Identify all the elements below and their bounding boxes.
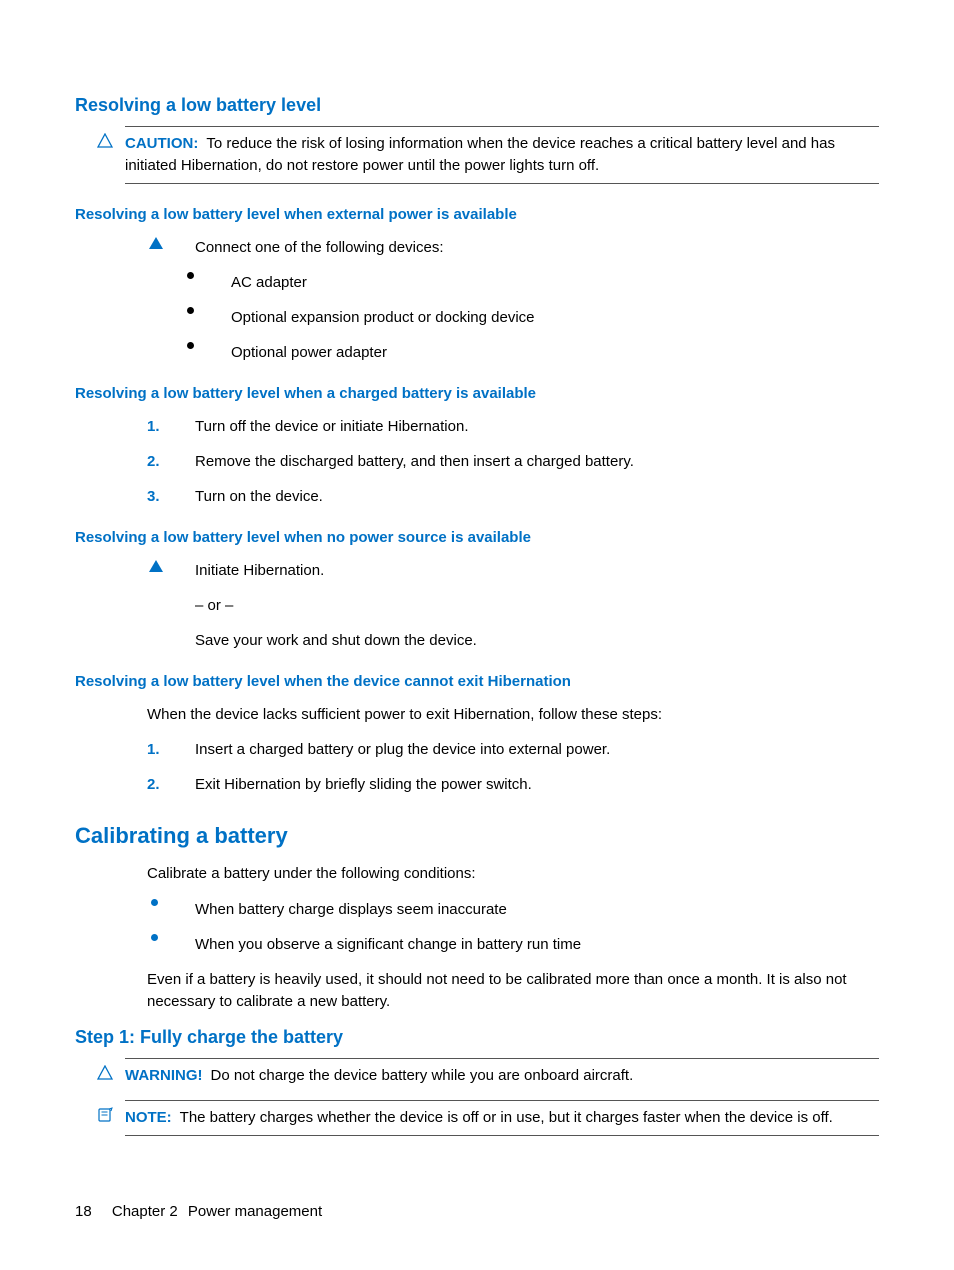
list-text: Save your work and shut down the device. xyxy=(195,630,477,651)
list-text: Connect one of the following devices: xyxy=(195,237,444,258)
list-text: Turn off the device or initiate Hibernat… xyxy=(195,416,469,437)
paragraph: When the device lacks sufficient power t… xyxy=(147,704,879,726)
list-item: 1. Turn off the device or initiate Hiber… xyxy=(147,416,879,437)
heading-calibrating: Calibrating a battery xyxy=(75,823,879,849)
list-item: When you observe a significant change in… xyxy=(147,934,879,955)
step-number: 2. xyxy=(147,451,160,472)
bullet-icon xyxy=(151,899,158,906)
bullet-icon xyxy=(187,272,194,279)
page-number: 18 xyxy=(75,1203,92,1220)
footer: 18 Chapter 2 Power management xyxy=(75,1203,322,1220)
chapter-label: Chapter 2 xyxy=(112,1203,178,1220)
warning-label: WARNING! xyxy=(125,1067,203,1084)
chapter-title: Power management xyxy=(188,1203,322,1220)
list-item: 3. Turn on the device. xyxy=(147,486,879,507)
list-text: Initiate Hibernation. xyxy=(195,560,324,581)
heading-step1: Step 1: Fully charge the battery xyxy=(75,1027,879,1048)
list-item: 2. Remove the discharged battery, and th… xyxy=(147,451,879,472)
step-number: 2. xyxy=(147,774,160,795)
list-item: Initiate Hibernation. xyxy=(147,560,879,581)
list-item: Save your work and shut down the device. xyxy=(147,630,879,651)
list-item: – or – xyxy=(147,595,879,616)
paragraph: Calibrate a battery under the following … xyxy=(147,863,879,885)
list-item: Connect one of the following devices: xyxy=(147,237,879,258)
caution-label: CAUTION: xyxy=(125,135,198,152)
heading-resolving: Resolving a low battery level xyxy=(75,95,879,116)
list-text: Insert a charged battery or plug the dev… xyxy=(195,739,610,760)
note-icon xyxy=(97,1107,113,1123)
triangle-marker-icon xyxy=(149,560,163,572)
list-item: 1. Insert a charged battery or plug the … xyxy=(147,739,879,760)
list-item: When battery charge displays seem inaccu… xyxy=(147,899,879,920)
note-label: NOTE: xyxy=(125,1109,172,1126)
note-text: The battery charges whether the device i… xyxy=(180,1109,833,1126)
document-page: Resolving a low battery level CAUTION:To… xyxy=(0,0,954,1270)
list-item: Optional expansion product or docking de… xyxy=(183,307,879,328)
bullet-icon xyxy=(187,342,194,349)
note-callout: NOTE: The battery charges whether the dev… xyxy=(125,1100,879,1136)
caution-callout: CAUTION:To reduce the risk of losing inf… xyxy=(125,126,879,184)
list-item: AC adapter xyxy=(183,272,879,293)
warning-callout: WARNING! Do not charge the device battery… xyxy=(125,1058,879,1093)
caution-icon xyxy=(97,133,113,149)
list-item: 2. Exit Hibernation by briefly sliding t… xyxy=(147,774,879,795)
heading-external-power: Resolving a low battery level when exter… xyxy=(75,206,879,223)
list-text: Remove the discharged battery, and then … xyxy=(195,451,634,472)
step-number: 3. xyxy=(147,486,160,507)
list-item: Optional power adapter xyxy=(183,342,879,363)
step-number: 1. xyxy=(147,739,160,760)
list-text: – or – xyxy=(195,595,233,616)
warning-text: Do not charge the device battery while y… xyxy=(211,1067,634,1084)
list-text: When battery charge displays seem inaccu… xyxy=(195,899,507,920)
heading-no-power: Resolving a low battery level when no po… xyxy=(75,529,879,546)
warning-icon xyxy=(97,1065,113,1081)
caution-text: To reduce the risk of losing information… xyxy=(125,135,835,174)
heading-charged-battery: Resolving a low battery level when a cha… xyxy=(75,385,879,402)
triangle-marker-icon xyxy=(149,237,163,249)
bullet-icon xyxy=(151,934,158,941)
paragraph: Even if a battery is heavily used, it sh… xyxy=(147,969,879,1013)
list-text: Turn on the device. xyxy=(195,486,323,507)
list-text: AC adapter xyxy=(231,272,307,293)
list-text: Exit Hibernation by briefly sliding the … xyxy=(195,774,532,795)
heading-cannot-exit: Resolving a low battery level when the d… xyxy=(75,673,879,690)
bullet-icon xyxy=(187,307,194,314)
list-text: When you observe a significant change in… xyxy=(195,934,581,955)
list-text: Optional expansion product or docking de… xyxy=(231,307,535,328)
step-number: 1. xyxy=(147,416,160,437)
list-text: Optional power adapter xyxy=(231,342,387,363)
